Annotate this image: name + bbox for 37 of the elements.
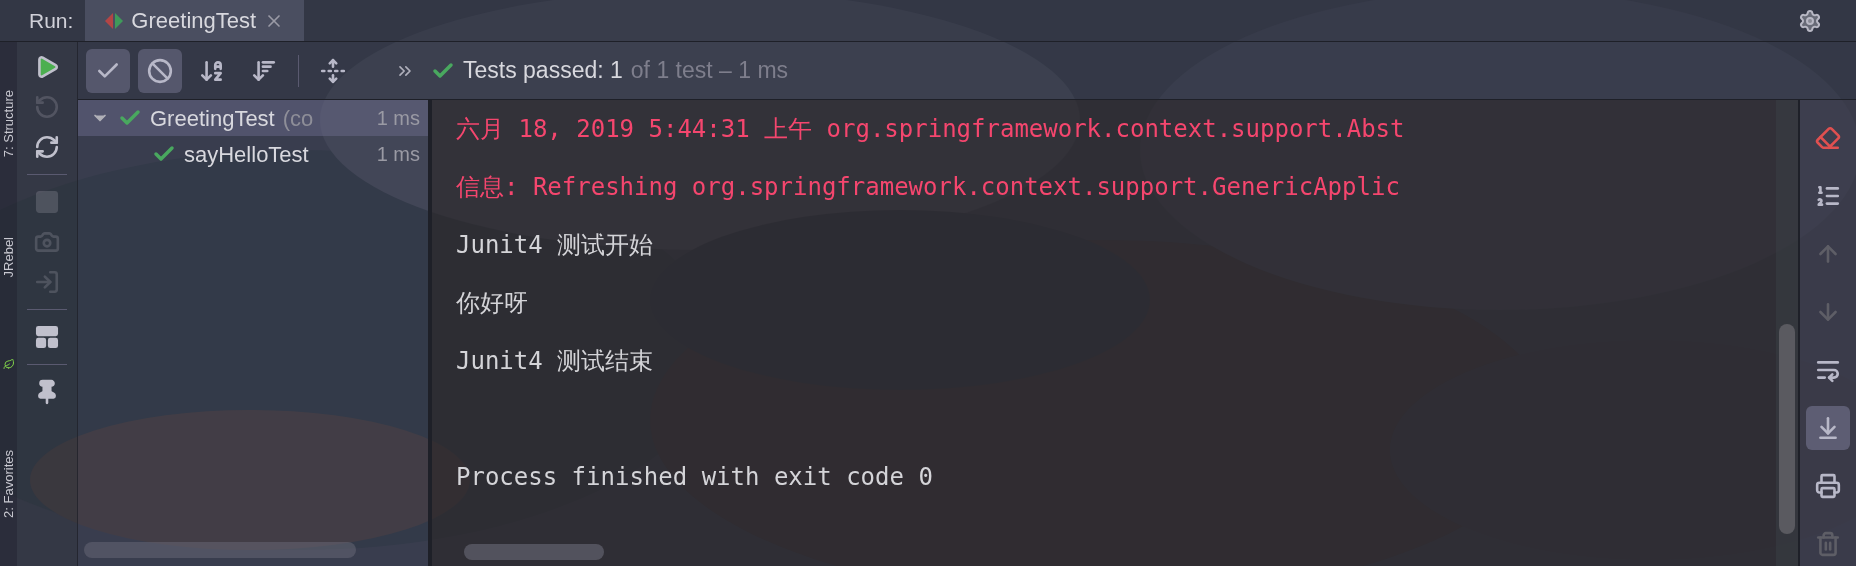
test-duration: 1 ms — [376, 106, 420, 131]
printer-icon — [1815, 473, 1841, 499]
toolbar-toggle[interactable] — [138, 48, 182, 93]
eraser-icon — [1815, 125, 1841, 151]
tool-window-tab[interactable]: 7: Structure — [2, 90, 15, 158]
run-label: Run: — [28, 7, 75, 34]
console-line: Process finished with exit code 0 — [456, 462, 934, 493]
console-line: Junit4 测试结束 — [456, 346, 655, 377]
console-tool-button[interactable] — [1806, 406, 1850, 450]
toolbar-toggle[interactable] — [86, 48, 130, 93]
test-duration: 1 ms — [376, 142, 420, 167]
test-name: sayHelloTest — [184, 140, 309, 169]
vertical-scrollbar[interactable] — [1779, 324, 1795, 534]
console-line: 六月 18, 2019 5:44:31 上午 org.springframework.context.support.Abst — [456, 114, 1406, 145]
refresh-icon[interactable] — [34, 134, 60, 160]
console-line: 信息: Refreshing org.springframework.context.support.GenericApplic — [456, 172, 1401, 203]
test-class-note: (co — [282, 104, 314, 133]
expand-icon — [320, 57, 346, 84]
test-icon — [105, 10, 124, 31]
test-status: Tests passed: 1 — [463, 56, 623, 86]
tool-window-tab[interactable]: 2: Favorites — [2, 450, 15, 518]
leaf-icon[interactable] — [2, 357, 15, 370]
tree-row[interactable]: GreetingTest (co 1 ms — [78, 100, 428, 136]
sort-list-icon — [1815, 183, 1841, 209]
console-line: Junit4 测试开始 — [456, 230, 655, 261]
tab[interactable]: GreetingTest — [85, 0, 305, 41]
horizontal-scrollbar[interactable] — [84, 542, 356, 558]
tree-row[interactable]: sayHelloTest 1 ms — [78, 136, 428, 172]
test-status-detail: of 1 test – 1 ms — [630, 56, 789, 86]
test-name: GreetingTest — [150, 104, 275, 133]
settings-icon[interactable] — [1798, 8, 1822, 33]
trash-icon — [1815, 531, 1841, 557]
console-line: 你好呀 — [456, 288, 529, 319]
horizontal-scrollbar[interactable] — [464, 544, 604, 560]
layout-icon[interactable] — [34, 324, 60, 350]
ban-icon — [147, 57, 173, 84]
tool-window-tab[interactable]: JRebel — [2, 237, 15, 278]
